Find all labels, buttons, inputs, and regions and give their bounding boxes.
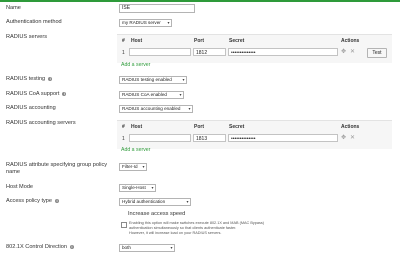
chevron-down-icon: ▾ [186, 199, 189, 204]
close-icon[interactable]: ✕ [350, 49, 355, 56]
name-input[interactable]: ISE [119, 4, 195, 13]
chevron-down-icon: ▾ [151, 185, 154, 190]
auth-method-label: Authentication method [6, 19, 62, 25]
chevron-down-icon: ▾ [188, 106, 191, 111]
add-accounting-server-link[interactable]: Add a server [121, 147, 150, 153]
group-policy-label-line2: name [6, 169, 20, 175]
chevron-down-icon: ▾ [142, 164, 145, 169]
col-secret: Secret [229, 124, 245, 130]
top-accent-bar [0, 0, 400, 2]
radius-coa-select[interactable]: RADIUS CoA enabled ▾ [119, 91, 184, 99]
row-num: 1 [122, 50, 125, 56]
host-mode-select[interactable]: Single-Host ▾ [119, 184, 156, 192]
chevron-down-icon: ▾ [170, 245, 173, 250]
host-input[interactable] [129, 134, 191, 142]
accounting-servers-label: RADIUS accounting servers [6, 120, 76, 126]
port-input[interactable]: 1812 [193, 48, 226, 56]
control-direction-value: both [122, 245, 131, 250]
info-icon[interactable]: i [69, 244, 74, 249]
info-icon[interactable]: i [55, 198, 60, 203]
increase-speed-label: Increase access speed [128, 211, 186, 217]
access-policy-value: Hybrid authentication [122, 199, 166, 204]
control-direction-label: 802.1X Control Direction i [6, 244, 74, 250]
increase-speed-note: Enabling this option will make switches … [129, 221, 264, 236]
auth-method-value: my RADIUS server [122, 20, 161, 25]
radius-testing-value: RADIUS testing enabled [122, 77, 172, 82]
col-host: Host [131, 124, 143, 130]
chevron-down-icon: ▾ [179, 92, 182, 97]
group-policy-label: RADIUS attribute specifying group policy… [6, 162, 107, 176]
radius-servers-label: RADIUS servers [6, 34, 48, 40]
test-button[interactable]: Test [367, 48, 387, 58]
host-mode-value: Single-Host [122, 185, 146, 190]
col-port: Port [194, 124, 204, 130]
radius-testing-label: RADIUS testing i [6, 76, 53, 82]
increase-speed-checkbox[interactable] [121, 222, 127, 228]
access-policy-label: Access policy type i [6, 198, 60, 204]
port-input[interactable]: 1813 [193, 134, 226, 142]
col-num: # [122, 38, 125, 44]
radius-accounting-value: RADIUS accounting enabled [122, 106, 181, 111]
radius-testing-select[interactable]: RADIUS testing enabled ▾ [119, 76, 187, 84]
note-line-3: However, it will increase load on your R… [129, 231, 222, 235]
group-policy-label-line1: RADIUS attribute specifying group policy [6, 162, 108, 168]
radius-accounting-select[interactable]: RADIUS accounting enabled ▾ [119, 105, 193, 113]
radius-coa-value: RADIUS CoA enabled [122, 92, 167, 97]
move-icon[interactable]: ✥ [341, 49, 346, 56]
auth-method-select[interactable]: my RADIUS server ▾ [119, 19, 172, 27]
group-policy-value: Filter-Id [122, 164, 138, 169]
group-policy-select[interactable]: Filter-Id ▾ [119, 163, 147, 171]
secret-input[interactable]: •••••••••••••• [228, 134, 338, 142]
info-icon[interactable]: i [48, 76, 53, 81]
name-label: Name [6, 5, 21, 11]
secret-input[interactable]: •••••••••••••• [228, 48, 338, 56]
radius-accounting-label: RADIUS accounting [6, 105, 56, 111]
add-server-link[interactable]: Add a server [121, 62, 150, 68]
col-host: Host [131, 38, 143, 44]
chevron-down-icon: ▾ [167, 20, 170, 25]
radius-coa-label: RADIUS CoA support i [6, 91, 67, 97]
row-num: 1 [122, 136, 125, 142]
col-port: Port [194, 38, 204, 44]
chevron-down-icon: ▾ [182, 77, 185, 82]
col-actions: Actions [341, 124, 360, 130]
col-actions: Actions [341, 38, 360, 44]
control-direction-select[interactable]: both ▾ [119, 244, 175, 252]
access-policy-select[interactable]: Hybrid authentication ▾ [119, 198, 191, 206]
col-secret: Secret [229, 38, 245, 44]
info-icon[interactable]: i [62, 91, 67, 96]
host-input[interactable] [129, 48, 191, 56]
close-icon[interactable]: ✕ [350, 135, 355, 142]
accounting-servers-table: # Host Port Secret Actions 1 1813 ••••••… [117, 120, 392, 149]
host-mode-label: Host Mode [6, 184, 34, 190]
radius-servers-table: # Host Port Secret Actions 1 1812 ••••••… [117, 34, 392, 63]
move-icon[interactable]: ✥ [341, 135, 346, 142]
col-num: # [122, 124, 125, 130]
